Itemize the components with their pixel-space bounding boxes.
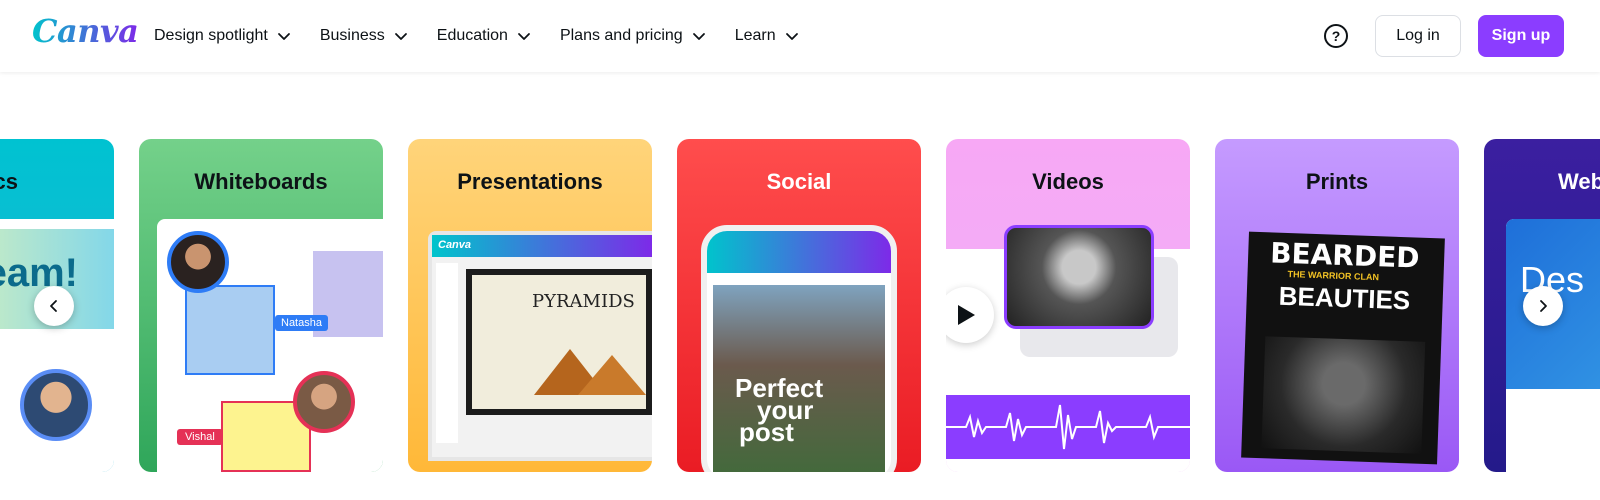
card-presentations[interactable]: Presentations Canva PYRAMIDS	[408, 139, 652, 472]
chevron-down-icon	[785, 33, 798, 40]
card-social[interactable]: Social Perfect your post	[677, 139, 921, 472]
nav-label: Design spotlight	[154, 27, 268, 44]
help-button[interactable]: ?	[1324, 24, 1348, 48]
laptop-screen: Canva PYRAMIDS	[428, 231, 652, 461]
phone-mockup: Perfect your post	[701, 225, 897, 472]
card-title: Web	[1558, 169, 1600, 194]
carousel-next-button[interactable]	[1523, 286, 1563, 326]
log-in-button[interactable]: Log in	[1375, 15, 1461, 57]
avatar	[20, 369, 92, 441]
nav-business[interactable]: Business	[312, 16, 417, 56]
card-title: Social	[766, 169, 832, 194]
nav-design-spotlight[interactable]: Design spotlight	[146, 16, 300, 56]
card-title: Videos	[1032, 169, 1104, 194]
play-icon	[958, 305, 975, 325]
nav-plans-and-pricing[interactable]: Plans and pricing	[552, 16, 715, 56]
nav-label: Education	[436, 27, 508, 44]
website-preview: Des	[1506, 219, 1600, 472]
question-mark-icon: ?	[1331, 28, 1341, 44]
avatar	[293, 371, 355, 433]
post-text: Perfect your post	[735, 375, 823, 445]
poster-print: BEARDED THE WARRIOR CLAN BEAUTIES	[1241, 231, 1445, 465]
chevron-right-icon	[1540, 300, 1547, 312]
poster-photo	[1261, 336, 1426, 454]
top-nav-bar: Canva Design spotlight Business Educatio…	[0, 0, 1600, 72]
phone-toolbar	[707, 231, 891, 273]
audio-track	[946, 395, 1190, 459]
nav-education[interactable]: Education	[429, 16, 540, 56]
poster-subtitle: THE WARRIOR CLAN	[1287, 269, 1380, 283]
main-nav: Design spotlight Business Education Plan…	[146, 0, 820, 72]
card-prints[interactable]: Prints BEARDED THE WARRIOR CLAN BEAUTIES	[1215, 139, 1459, 472]
side-toolbar	[436, 263, 458, 443]
chevron-down-icon	[277, 33, 290, 40]
chevron-left-icon	[50, 300, 57, 312]
blue-sticky	[185, 285, 275, 375]
post-image: Perfect your post	[713, 285, 885, 472]
card-videos[interactable]: Videos	[946, 139, 1190, 472]
nav-label: Plans and pricing	[559, 27, 683, 44]
avatar	[167, 231, 229, 293]
card-title: cs	[0, 169, 18, 194]
nav-label: Learn	[734, 27, 776, 44]
whiteboard-canvas: Natasha Vishal	[157, 219, 383, 472]
slide-content: PYRAMIDS	[472, 275, 646, 409]
app-name: Canva	[438, 239, 472, 251]
app-toolbar: Canva	[432, 235, 652, 257]
canva-logo[interactable]: Canva	[32, 12, 139, 50]
card-title: Whiteboards	[194, 169, 328, 194]
slide-frame: PYRAMIDS	[466, 269, 652, 415]
sign-up-button[interactable]: Sign up	[1478, 15, 1564, 57]
poster-title: BEAUTIES	[1278, 280, 1411, 316]
card-title: Prints	[1305, 169, 1369, 194]
name-tag: Vishal	[177, 429, 223, 445]
pyramids-icon	[534, 349, 646, 395]
graphics-preview: eam!	[0, 219, 114, 472]
name-tag: Natasha	[275, 315, 328, 331]
nav-label: Business	[319, 27, 385, 44]
carousel-prev-button[interactable]	[34, 286, 74, 326]
video-canvas	[946, 225, 1190, 472]
play-button[interactable]	[946, 287, 994, 343]
nav-learn[interactable]: Learn	[727, 16, 808, 56]
chevron-down-icon	[394, 33, 407, 40]
category-carousel: cs eam! Whiteboards Natasha Vishal Prese…	[0, 139, 1600, 473]
slide-title: PYRAMIDS	[532, 291, 635, 312]
video-clip	[1004, 225, 1154, 329]
chevron-down-icon	[518, 33, 530, 40]
card-title: Presentations	[457, 169, 603, 194]
chevron-down-icon	[692, 33, 705, 40]
waveform-icon	[946, 404, 1190, 450]
card-whiteboards[interactable]: Whiteboards Natasha Vishal	[139, 139, 383, 472]
